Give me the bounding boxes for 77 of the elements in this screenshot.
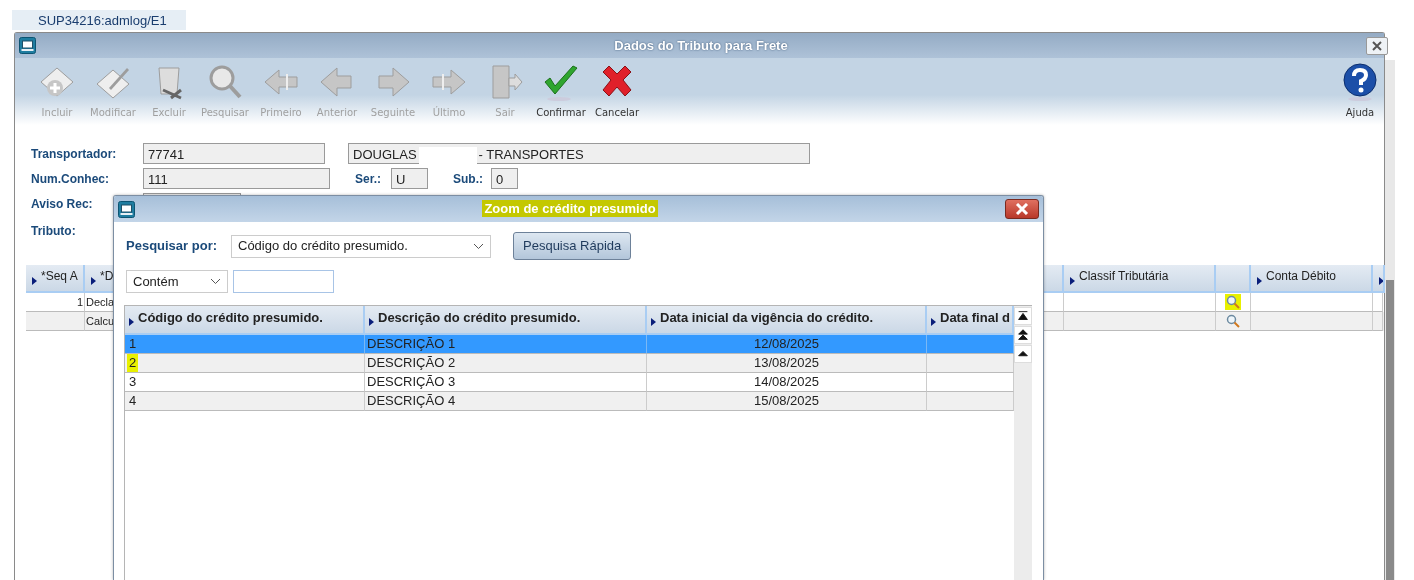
triangle-icon [1379,277,1383,285]
table-cell-text: 1 [128,335,138,353]
field-label: Pesquisar por: [125,237,219,256]
lookup-button[interactable] [1225,294,1241,310]
dialog-title: Zoom de crédito presumido [482,200,658,218]
table-cell: 13/08/2025 [753,354,820,372]
table-cell: DESCRIÇÃO 3 [367,373,456,391]
scroll-up-button[interactable] [1014,345,1032,363]
column-header[interactable]: Data inicial da vigência do crédito. [647,306,927,335]
help-icon [1340,62,1380,102]
field-label: Ser.: [355,171,381,186]
table-cell-text: 4 [128,392,138,410]
column-header[interactable]: Conta Débito [1251,265,1373,293]
magnifier-icon [1226,295,1240,309]
table-cell: 15/08/2025 [753,392,820,410]
window-icon [19,37,36,54]
program-tab[interactable]: SUP34216:admlog/E1 [12,10,186,30]
column-header[interactable] [1373,265,1385,293]
table-cell: DESCRIÇÃO 2 [367,354,456,372]
close-icon [1015,203,1029,215]
field-label: Sub.: [453,171,483,186]
close-button[interactable] [1005,199,1039,219]
column-header[interactable]: Código do crédito presumido. [125,306,365,335]
table-cell-text: Decla [86,294,115,310]
table-cell [1373,312,1383,331]
triangle-icon [931,318,936,326]
scroll-top-button[interactable] [1014,307,1032,325]
quick-search-button[interactable]: Pesquisa Rápida [513,232,632,260]
text-field[interactable]: 0 [491,168,518,189]
close-button[interactable] [1366,36,1388,55]
toolbar-button[interactable]: Confirmar [533,62,589,125]
column-header[interactable]: Data final d [927,306,1014,335]
scrollbar[interactable] [1385,60,1395,580]
search-field[interactable] [233,270,334,293]
caret-icon [210,278,221,285]
column-header [1216,265,1251,293]
table-cell: 14/08/2025 [753,373,820,391]
table-cell: 12/08/2025 [753,335,820,353]
text-field[interactable]: 111 [143,168,330,189]
text-field[interactable]: DOUGLAS - TRANSPORTES [348,143,810,164]
triangle-icon [129,318,134,326]
triangle-icon [369,318,374,326]
lookup-button[interactable] [1225,313,1241,329]
window-icon [118,200,135,218]
triangle-icon [651,318,656,326]
table-cell: 2 [127,354,139,372]
text-field[interactable]: U [391,168,428,189]
window-title: Dados do Tributo para Frete [614,37,788,53]
field-label: Num.Conhec: [31,171,109,186]
table-cell-text: 3 [128,373,138,391]
text-field[interactable]: 77741 [143,143,325,164]
close-icon [1371,39,1383,52]
help-button[interactable]: Ajuda [1338,62,1382,125]
field-label: Aviso Rec: [31,196,93,211]
table-cell: DESCRIÇÃO 1 [367,335,456,353]
field-label: Tributo: [31,223,76,238]
table-row[interactable]: 3 DESCRIÇÃO 3 14/08/2025 [125,373,1014,392]
table-cell-text: Calcu [86,313,115,329]
caret-icon [473,242,484,250]
field-label: Transportador: [31,146,117,161]
triangle-icon [32,277,37,285]
triangle-icon [1257,277,1262,285]
arrow-icon [1016,309,1030,323]
triangle-icon [91,277,96,285]
triangle-icon [1070,277,1075,285]
table-row[interactable]: 1 DESCRIÇÃO 1 12/08/2025 [125,335,1014,354]
column-header[interactable]: Classif Tributária [1064,265,1216,293]
page-up-button[interactable] [1014,326,1032,344]
table-cell: DESCRIÇÃO 4 [367,392,456,410]
match-select[interactable]: Contém [126,270,228,293]
table-row[interactable]: 2 DESCRIÇÃO 2 13/08/2025 [125,354,1014,373]
table-row[interactable]: 4 DESCRIÇÃO 4 15/08/2025 [125,392,1014,411]
toolbar-button[interactable]: Cancelar [589,62,645,125]
search-by-select[interactable]: Código do crédito presumido. [231,234,491,258]
column-header[interactable]: *Seq A [26,265,85,293]
arrow-icon [1016,328,1030,342]
column-header[interactable]: Descrição do crédito presumido. [365,306,647,335]
